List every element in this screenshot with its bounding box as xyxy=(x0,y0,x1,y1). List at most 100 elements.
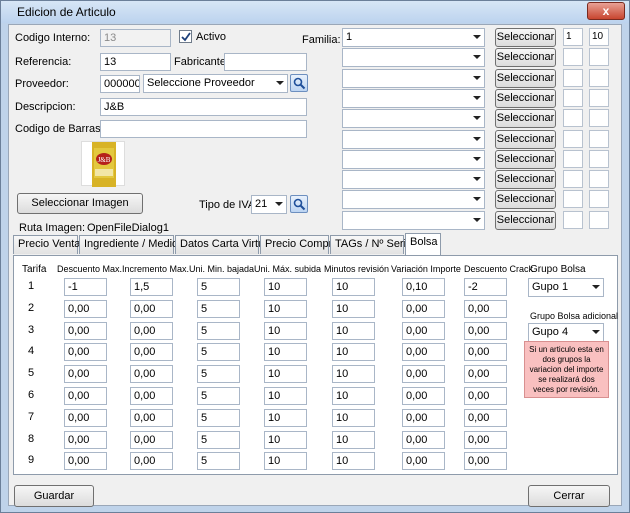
incremento-max-field[interactable]: 0,00 xyxy=(130,452,173,471)
familia-field-b[interactable] xyxy=(589,129,609,148)
familia-select[interactable] xyxy=(342,88,485,108)
familia-select[interactable] xyxy=(342,149,485,169)
incremento-max-field[interactable]: 0,00 xyxy=(130,343,173,362)
descripcion-field[interactable]: J&B xyxy=(100,98,307,116)
uni-min-bajada-field[interactable]: 5 xyxy=(197,430,240,449)
uni-min-bajada-field[interactable]: 5 xyxy=(197,321,240,340)
familia-field-b[interactable] xyxy=(589,109,609,128)
familia-field-a[interactable] xyxy=(563,170,583,189)
descuento-crack-field[interactable]: 0,00 xyxy=(464,299,507,318)
uni-max-subida-field[interactable]: 10 xyxy=(264,365,307,384)
tab-datos-carta-virtual[interactable]: Datos Carta Virtual xyxy=(175,235,273,254)
uni-max-subida-field[interactable]: 10 xyxy=(264,321,307,340)
tab-bolsa[interactable]: Bolsa xyxy=(405,233,441,255)
uni-max-subida-field[interactable]: 10 xyxy=(264,299,307,318)
familia-field-a[interactable] xyxy=(563,129,583,148)
descuento-max-field[interactable]: 0,00 xyxy=(64,365,107,384)
variacion-importe-field[interactable]: 0,00 xyxy=(402,387,445,405)
minutos-revision-field[interactable]: 10 xyxy=(332,430,375,449)
variacion-importe-field[interactable]: 0,00 xyxy=(402,299,445,318)
descuento-max-field[interactable]: 0,00 xyxy=(64,408,107,427)
familia-seleccionar-button[interactable]: Seleccionar xyxy=(495,129,556,149)
variacion-importe-field[interactable]: 0,00 xyxy=(402,365,445,384)
uni-max-subida-field[interactable]: 10 xyxy=(264,408,307,427)
familia-select[interactable] xyxy=(342,190,485,210)
familia-select[interactable] xyxy=(342,170,485,190)
incremento-max-field[interactable]: 0,00 xyxy=(130,408,173,427)
seleccionar-imagen-button[interactable]: Seleccionar Imagen xyxy=(17,193,143,214)
uni-min-bajada-field[interactable]: 5 xyxy=(197,278,240,296)
minutos-revision-field[interactable]: 10 xyxy=(332,408,375,427)
proveedor-code-field[interactable]: 000000 xyxy=(100,75,140,93)
tab-precio-venta[interactable]: Precio Venta xyxy=(13,235,80,254)
variacion-importe-field[interactable]: 0,10 xyxy=(402,278,445,296)
uni-min-bajada-field[interactable]: 5 xyxy=(197,343,240,362)
familia-field-a[interactable] xyxy=(563,48,583,67)
familia-seleccionar-button[interactable]: Seleccionar xyxy=(495,28,556,47)
uni-max-subida-field[interactable]: 10 xyxy=(264,452,307,471)
familia-field-b[interactable] xyxy=(589,48,609,67)
descuento-max-field[interactable]: 0,00 xyxy=(64,299,107,318)
descuento-crack-field[interactable]: 0,00 xyxy=(464,452,507,471)
close-button[interactable]: x xyxy=(587,2,625,20)
codigo-barras-field[interactable] xyxy=(100,120,307,138)
familia-seleccionar-button[interactable]: Seleccionar xyxy=(495,68,556,88)
variacion-importe-field[interactable]: 0,00 xyxy=(402,408,445,427)
variacion-importe-field[interactable]: 0,00 xyxy=(402,430,445,449)
tab-tags-serie[interactable]: TAGs / Nº Serie xyxy=(330,235,412,254)
activo-checkbox[interactable] xyxy=(179,30,192,43)
descuento-crack-field[interactable]: 0,00 xyxy=(464,408,507,427)
descuento-max-field[interactable]: 0,00 xyxy=(64,343,107,362)
guardar-button[interactable]: Guardar xyxy=(14,485,94,507)
descuento-crack-field[interactable]: 0,00 xyxy=(464,343,507,362)
familia-field-a[interactable] xyxy=(563,109,583,128)
familia-select[interactable] xyxy=(342,48,485,68)
familia-field-a[interactable]: 1 xyxy=(563,28,583,46)
variacion-importe-field[interactable]: 0,00 xyxy=(402,452,445,471)
familia-field-b[interactable] xyxy=(589,170,609,189)
uni-min-bajada-field[interactable]: 5 xyxy=(197,408,240,427)
grupo-bolsa-select[interactable]: Gupo 1 xyxy=(528,278,604,297)
minutos-revision-field[interactable]: 10 xyxy=(332,387,375,405)
descuento-crack-field[interactable]: 0,00 xyxy=(464,387,507,405)
incremento-max-field[interactable]: 0,00 xyxy=(130,387,173,405)
incremento-max-field[interactable]: 0,00 xyxy=(130,321,173,340)
uni-max-subida-field[interactable]: 10 xyxy=(264,387,307,405)
descuento-crack-field[interactable]: 0,00 xyxy=(464,321,507,340)
minutos-revision-field[interactable]: 10 xyxy=(332,321,375,340)
incremento-max-field[interactable]: 1,5 xyxy=(130,278,173,296)
variacion-importe-field[interactable]: 0,00 xyxy=(402,321,445,340)
familia-field-b[interactable] xyxy=(589,210,609,229)
incremento-max-field[interactable]: 0,00 xyxy=(130,299,173,318)
uni-max-subida-field[interactable]: 10 xyxy=(264,343,307,362)
tipo-iva-select[interactable]: 21 xyxy=(251,195,287,214)
familia-field-a[interactable] xyxy=(563,210,583,229)
familia-select[interactable] xyxy=(342,68,485,88)
familia-field-a[interactable] xyxy=(563,190,583,209)
familia-seleccionar-button[interactable]: Seleccionar xyxy=(495,48,556,68)
familia-field-b[interactable] xyxy=(589,149,609,168)
familia-field-b[interactable]: 10 xyxy=(589,28,609,46)
minutos-revision-field[interactable]: 10 xyxy=(332,452,375,471)
familia-field-a[interactable] xyxy=(563,68,583,87)
fabricante-field[interactable] xyxy=(224,53,307,71)
proveedor-search-button[interactable] xyxy=(290,74,308,92)
minutos-revision-field[interactable]: 10 xyxy=(332,365,375,384)
familia-select[interactable] xyxy=(342,109,485,129)
familia-select[interactable]: 1 xyxy=(342,28,485,47)
descuento-max-field[interactable]: 0,00 xyxy=(64,387,107,405)
tab-precio-compra[interactable]: Precio Compra xyxy=(260,235,338,254)
familia-select[interactable] xyxy=(342,210,485,230)
variacion-importe-field[interactable]: 0,00 xyxy=(402,343,445,362)
uni-min-bajada-field[interactable]: 5 xyxy=(197,299,240,318)
familia-seleccionar-button[interactable]: Seleccionar xyxy=(495,210,556,230)
iva-search-button[interactable] xyxy=(290,195,308,213)
descuento-crack-field[interactable]: -2 xyxy=(464,278,507,296)
familia-seleccionar-button[interactable]: Seleccionar xyxy=(495,170,556,190)
uni-max-subida-field[interactable]: 10 xyxy=(264,430,307,449)
minutos-revision-field[interactable]: 10 xyxy=(332,299,375,318)
codigo-interno-field[interactable]: 13 xyxy=(100,29,171,47)
grupo-adicional-select[interactable]: Gupo 4 xyxy=(528,323,604,342)
proveedor-select[interactable]: Seleccione Proveedor xyxy=(143,74,288,93)
familia-field-a[interactable] xyxy=(563,88,583,107)
